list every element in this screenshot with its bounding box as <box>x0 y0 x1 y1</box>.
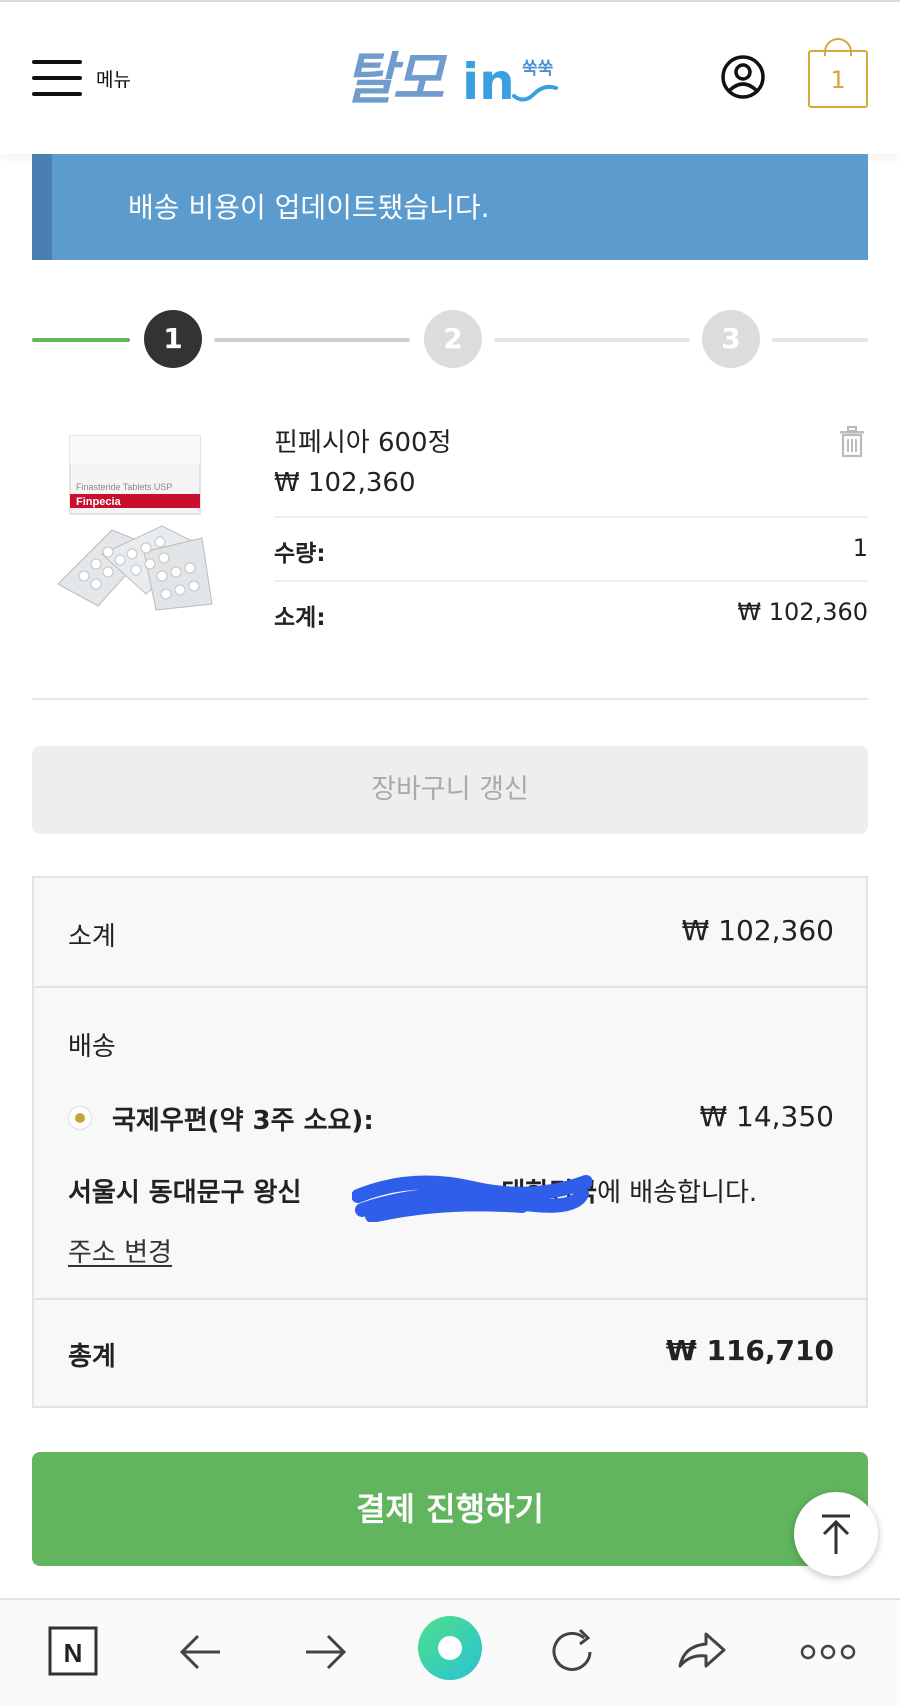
shipping-method-radio[interactable] <box>68 1106 92 1130</box>
box-brand: Finpecia <box>76 496 122 508</box>
total-value: ₩ 116,710 <box>665 1334 834 1367</box>
quantity-value[interactable]: 1 <box>853 534 868 562</box>
naver-icon[interactable]: N <box>44 1620 104 1680</box>
cart-totals: 소계 ₩ 102,360 배송 국제우편(약 3주 소요): ₩ 14,350 … <box>32 876 868 1408</box>
redaction-scribble <box>352 1175 592 1222</box>
proceed-to-checkout-button[interactable]: 결제 진행하기 <box>32 1452 868 1566</box>
address-part-1: 서울시 동대문구 왕신 <box>68 1178 302 1208</box>
step-1: 1 <box>144 310 202 368</box>
item-subtotal-row: 소계: ₩ 102,360 <box>274 580 868 642</box>
trash-icon[interactable] <box>838 426 866 458</box>
total-label: 총계 <box>68 1342 116 1372</box>
total-row: 총계 ₩ 116,710 <box>34 1300 866 1406</box>
more-icon[interactable] <box>798 1620 858 1680</box>
address-suffix: 에 배송합니다. <box>597 1178 758 1208</box>
change-address-link[interactable]: 주소 변경 <box>68 1232 172 1269</box>
back-arrow-icon[interactable] <box>170 1620 230 1680</box>
menu-button[interactable]: 메뉴 <box>32 58 142 98</box>
quantity-row: 수량: 1 <box>274 516 868 578</box>
notice-text: 배송 비용이 업데이트됐습니다. <box>128 191 490 224</box>
item-subtotal-value: ₩ 102,360 <box>737 598 868 626</box>
product-name[interactable]: 핀페시아 600정 <box>274 422 452 459</box>
subtotal-row: 소계 ₩ 102,360 <box>34 878 866 988</box>
subtotal-label: 소계 <box>68 922 116 952</box>
naver-letter: N <box>64 1638 83 1668</box>
hamburger-icon <box>32 60 82 96</box>
site-logo[interactable]: 탈모 in 쑥쑥 <box>344 46 559 118</box>
product-image[interactable]: Finasteride Tablets USP Finpecia <box>52 434 222 644</box>
checkout-steps: 1 2 3 <box>32 310 868 370</box>
subtotal-value: ₩ 102,360 <box>681 914 834 947</box>
refresh-icon[interactable] <box>544 1620 604 1680</box>
menu-label: 메뉴 <box>96 68 131 91</box>
product-price: ₩ 102,360 <box>274 468 416 498</box>
top-header: 메뉴 탈모 in 쑥쑥 1 <box>0 0 900 154</box>
logo-sub-text: 쑥쑥 <box>522 59 554 79</box>
shipping-updated-notice: 배송 비용이 업데이트됐습니다. <box>32 154 868 260</box>
forward-arrow-icon[interactable] <box>296 1620 356 1680</box>
step-2: 2 <box>424 310 482 368</box>
step-connector <box>214 338 410 342</box>
cart-item: Finasteride Tablets USP Finpecia 핀페시아 60… <box>32 410 868 700</box>
shipping-label: 배송 <box>68 1032 116 1062</box>
logo-in-text: in <box>462 53 515 111</box>
update-cart-button[interactable]: 장바구니 갱신 <box>32 746 868 834</box>
box-label: Finasteride Tablets USP <box>76 482 172 492</box>
step-progress-line <box>32 338 130 342</box>
browser-toolbar: N <box>0 1598 900 1706</box>
account-icon[interactable] <box>720 54 766 100</box>
arrow-up-icon <box>822 1514 850 1554</box>
step-connector <box>772 338 868 342</box>
item-subtotal-label: 소계: <box>274 605 326 631</box>
share-icon[interactable] <box>672 1620 732 1680</box>
logo-wave-icon <box>512 84 558 102</box>
step-3: 3 <box>702 310 760 368</box>
step-connector <box>494 338 690 342</box>
home-circle-icon[interactable] <box>414 1612 486 1684</box>
shipping-row: 배송 국제우편(약 3주 소요): ₩ 14,350 서울시 동대문구 왕신 대한… <box>34 988 866 1300</box>
cart-button[interactable]: 1 <box>806 38 870 110</box>
logo-main-text: 탈모 <box>344 47 444 112</box>
cart-count-badge: 1 <box>830 66 846 94</box>
shipping-method-label[interactable]: 국제우편(약 3주 소요): <box>112 1100 374 1137</box>
shipping-price: ₩ 14,350 <box>699 1100 834 1133</box>
scroll-to-top-button[interactable] <box>794 1492 878 1576</box>
quantity-label: 수량: <box>274 541 326 567</box>
